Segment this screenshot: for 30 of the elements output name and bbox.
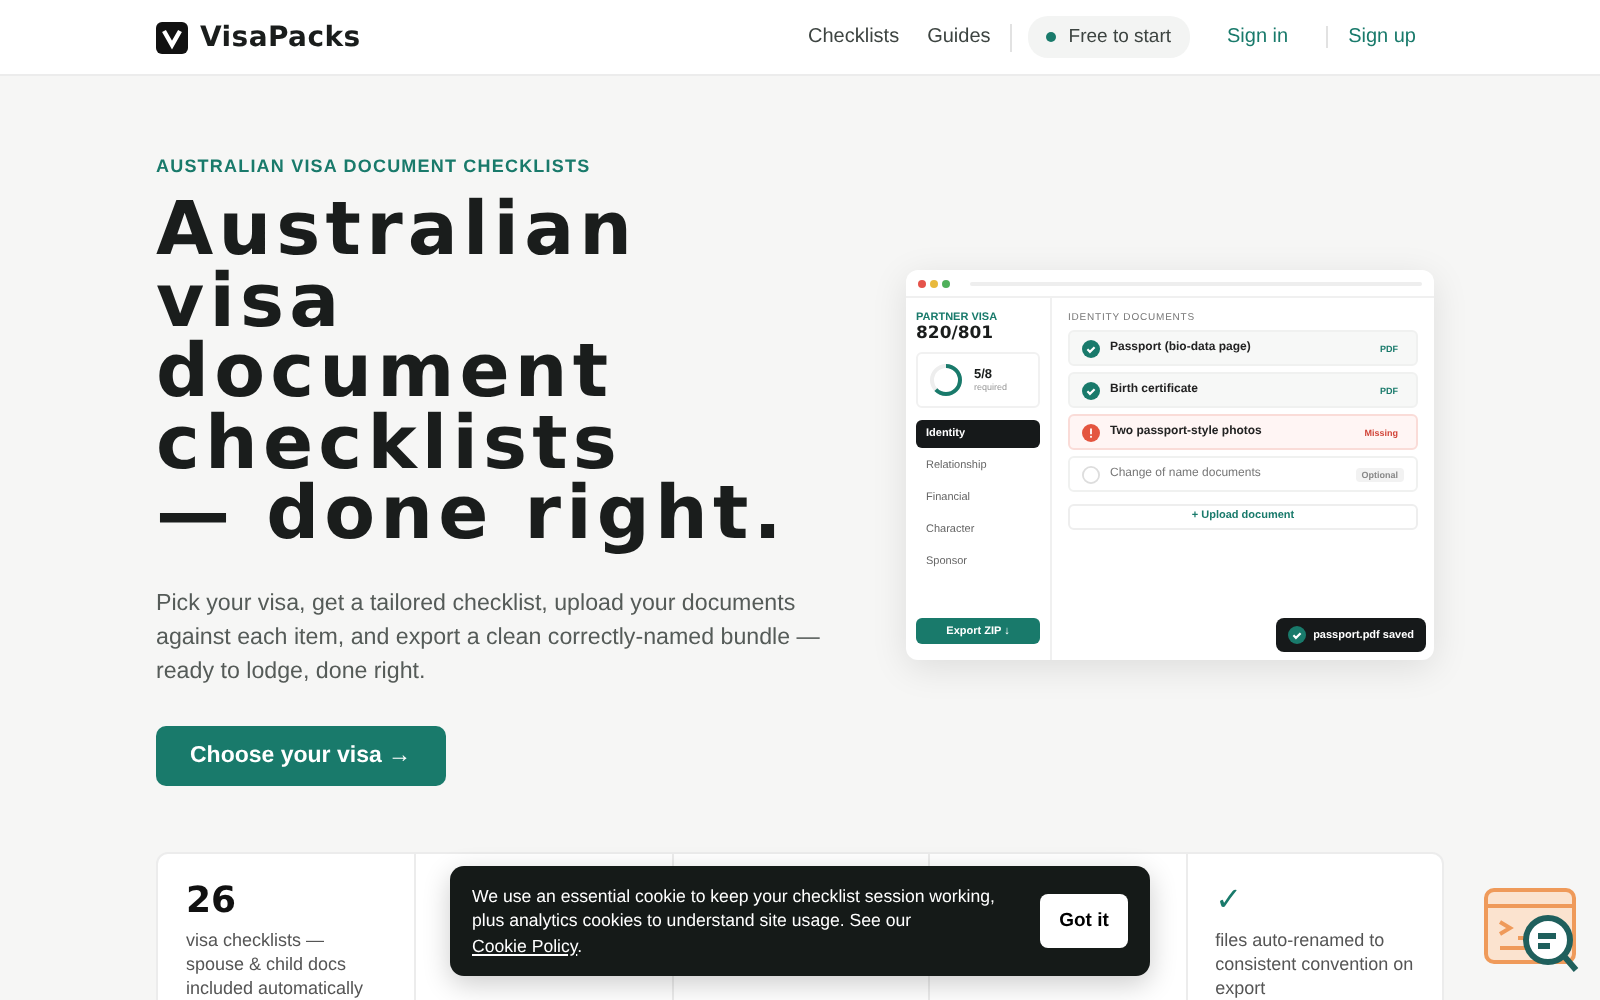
logo-icon	[156, 21, 188, 53]
headline-line: document	[156, 336, 616, 407]
free-badge: Free to start	[1028, 16, 1189, 58]
got-it-button[interactable]: Got it	[1040, 894, 1128, 948]
lead-paragraph: Pick your visa, get a tailored checklist, upload your documents against each item, and export a clean correctly-named bundle — ready to lodge, done right.	[156, 587, 822, 687]
cookie-text: We use an essential cookie to keep your checklist session working, plus analytics cookies to understand site usage. See our Cookie Policy.	[472, 883, 997, 959]
logo-text[interactable]: VisaPacks	[200, 21, 361, 53]
check-circle-icon	[1082, 339, 1100, 357]
visa-code: 820/801	[916, 324, 996, 344]
stat-text: visa checklists — spouse & child docs included automatically	[186, 928, 366, 1000]
check-icon: ✓	[1215, 880, 1414, 920]
chat-widget-icon[interactable]	[1482, 886, 1582, 978]
check-circle-icon	[1287, 626, 1306, 644]
stat-text: files auto-renamed to consistent convention on export	[1215, 928, 1414, 1000]
eyebrow-text: AUSTRALIAN VISA DOCUMENT CHECKLISTS	[156, 156, 593, 176]
nav-link[interactable]: Checklists	[808, 26, 900, 48]
progress-ring	[928, 362, 964, 398]
auth-link[interactable]: Sign up	[1326, 26, 1436, 48]
headline-line: checklists	[156, 407, 623, 478]
alert-circle-icon	[1082, 423, 1100, 441]
stat-value: 26	[186, 880, 239, 920]
nav-link[interactable]: Guides	[927, 26, 991, 48]
headline-line: Australian	[156, 194, 640, 265]
empty-circle-icon	[1082, 465, 1100, 483]
headline-line: visa	[156, 265, 345, 336]
auth-link[interactable]: Sign in	[1207, 26, 1309, 48]
check-circle-icon	[1082, 381, 1100, 399]
headline-line: — done right.	[156, 478, 789, 549]
cookie-policy-link[interactable]: Cookie Policy	[472, 935, 578, 956]
choose-visa-button[interactable]: Choose your visa →	[156, 725, 446, 785]
